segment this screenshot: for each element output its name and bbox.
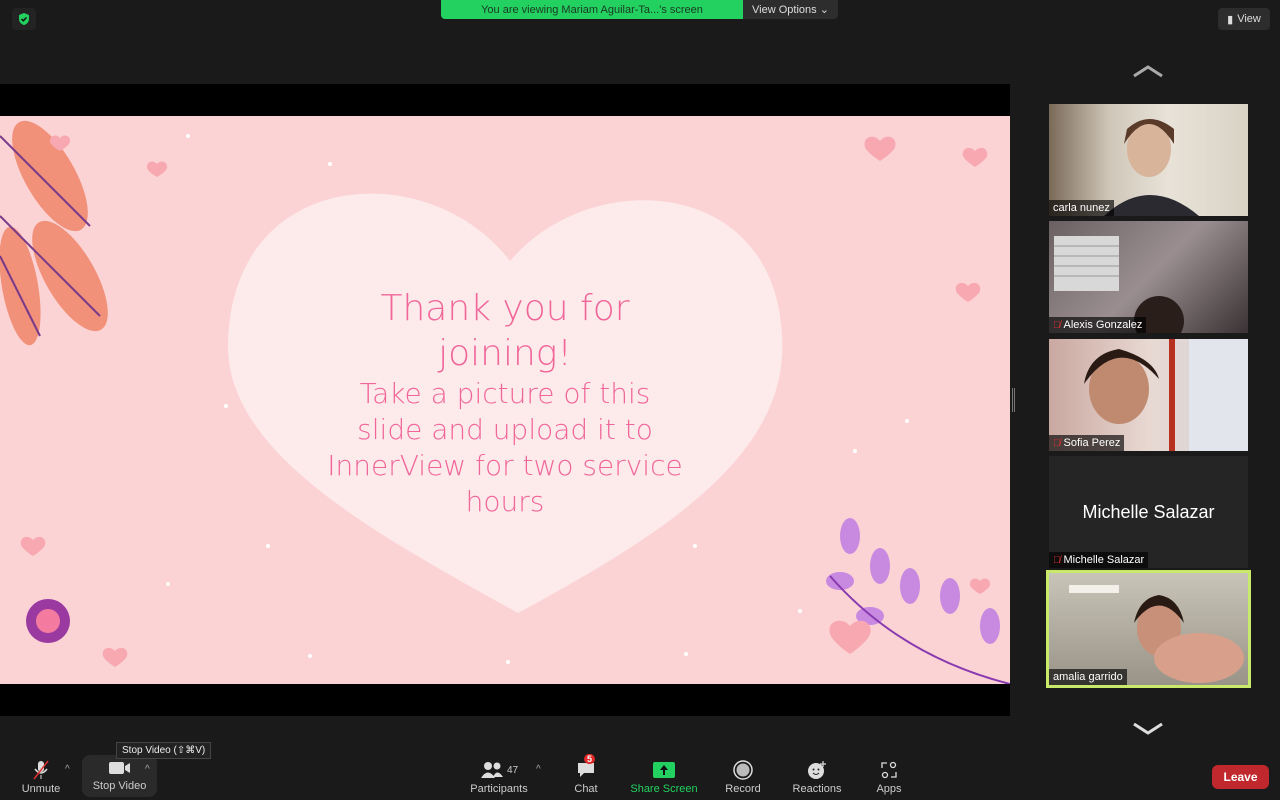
participants-icon (480, 762, 503, 778)
share-screen-icon (653, 757, 675, 783)
panel-resize-handle[interactable] (1012, 388, 1015, 412)
record-icon (733, 757, 753, 783)
viewing-banner: You are viewing Mariam Aguilar-Ta...'s s… (441, 0, 743, 19)
muted-mic-icon (31, 757, 51, 783)
participant-tile[interactable]: 🎙̸ Sofia Perez (1049, 339, 1248, 451)
muted-mic-icon: 🎙̸ (1053, 437, 1061, 449)
stop-video-label: Stop Video (92, 780, 147, 792)
slide-line: joining! (438, 333, 572, 374)
slide-line: Thank you for (380, 288, 630, 329)
view-label: View (1237, 13, 1261, 25)
participant-name: carla nunez (1053, 202, 1110, 214)
participant-name: Sofia Perez (1063, 437, 1121, 449)
reactions-button[interactable]: Reactions (788, 752, 846, 800)
unmute-button[interactable]: Unmute (16, 752, 66, 800)
participant-tile[interactable]: Michelle Salazar 🎙̸ Michelle Salazar (1049, 456, 1248, 568)
apps-button[interactable]: Apps (872, 752, 906, 800)
chat-badge: 5 (584, 754, 596, 764)
chat-button[interactable]: 5 Chat (566, 752, 606, 800)
stop-video-button[interactable]: Stop Video (82, 755, 157, 797)
reactions-label: Reactions (792, 783, 842, 795)
participants-caret-icon[interactable]: ^ (536, 764, 541, 775)
stop-video-tooltip: Stop Video (⇧⌘V) (116, 742, 212, 759)
slide-line: Take a picture of this (359, 377, 651, 410)
leave-button[interactable]: Leave (1212, 765, 1269, 789)
slide-text: Thank you for joining! Take a picture of… (305, 286, 705, 520)
shared-screen: Thank you for joining! Take a picture of… (0, 84, 1010, 716)
slide-line: hours (465, 485, 545, 518)
record-label: Record (725, 783, 761, 795)
scroll-up-chevron-icon[interactable] (1132, 64, 1164, 80)
reactions-smiley-icon (806, 757, 828, 783)
participant-tile[interactable]: carla nunez (1049, 104, 1248, 216)
apps-icon (880, 757, 898, 783)
apps-label: Apps (876, 783, 902, 795)
muted-mic-icon: 🎙̸ (1053, 554, 1061, 566)
participants-label: Participants (470, 783, 528, 795)
participants-icon-group: 47 (480, 757, 518, 783)
chevron-down-icon: ⌄ (819, 4, 829, 16)
presentation-slide: Thank you for joining! Take a picture of… (0, 116, 1010, 684)
slide-line: slide and upload it to (357, 413, 653, 446)
participant-count: 47 (506, 764, 519, 776)
chat-label: Chat (574, 783, 598, 795)
participant-name: Alexis Gonzalez (1063, 319, 1143, 331)
view-button[interactable]: ▮ View (1218, 8, 1270, 30)
slide-line: InnerView for two service (327, 449, 683, 482)
security-shield-icon[interactable] (12, 8, 36, 30)
audio-options-caret-icon[interactable]: ^ (65, 764, 70, 775)
view-options-label: View Options (752, 3, 817, 16)
participants-button[interactable]: 47 Participants (466, 752, 532, 800)
muted-mic-icon: 🎙̸ (1053, 319, 1061, 331)
participant-tile-active-speaker[interactable]: amalia garrido (1046, 570, 1251, 688)
view-grid-icon: ▮ (1227, 13, 1234, 26)
unmute-label: Unmute (21, 783, 61, 795)
participant-name: Michelle Salazar (1063, 554, 1145, 566)
view-options-button[interactable]: View Options ⌄ (743, 0, 838, 19)
scroll-down-chevron-icon[interactable] (1132, 720, 1164, 736)
participant-tile[interactable]: 🎙̸ Alexis Gonzalez (1049, 221, 1248, 333)
share-screen-button[interactable]: Share Screen (626, 752, 702, 800)
record-button[interactable]: Record (720, 752, 766, 800)
meeting-toolbar: Unmute ^ Stop Video ^ 47 Participants ^ … (0, 752, 1280, 800)
video-options-caret-icon[interactable]: ^ (145, 764, 150, 775)
share-screen-label: Share Screen (630, 783, 698, 795)
participant-name: amalia garrido (1053, 671, 1123, 683)
